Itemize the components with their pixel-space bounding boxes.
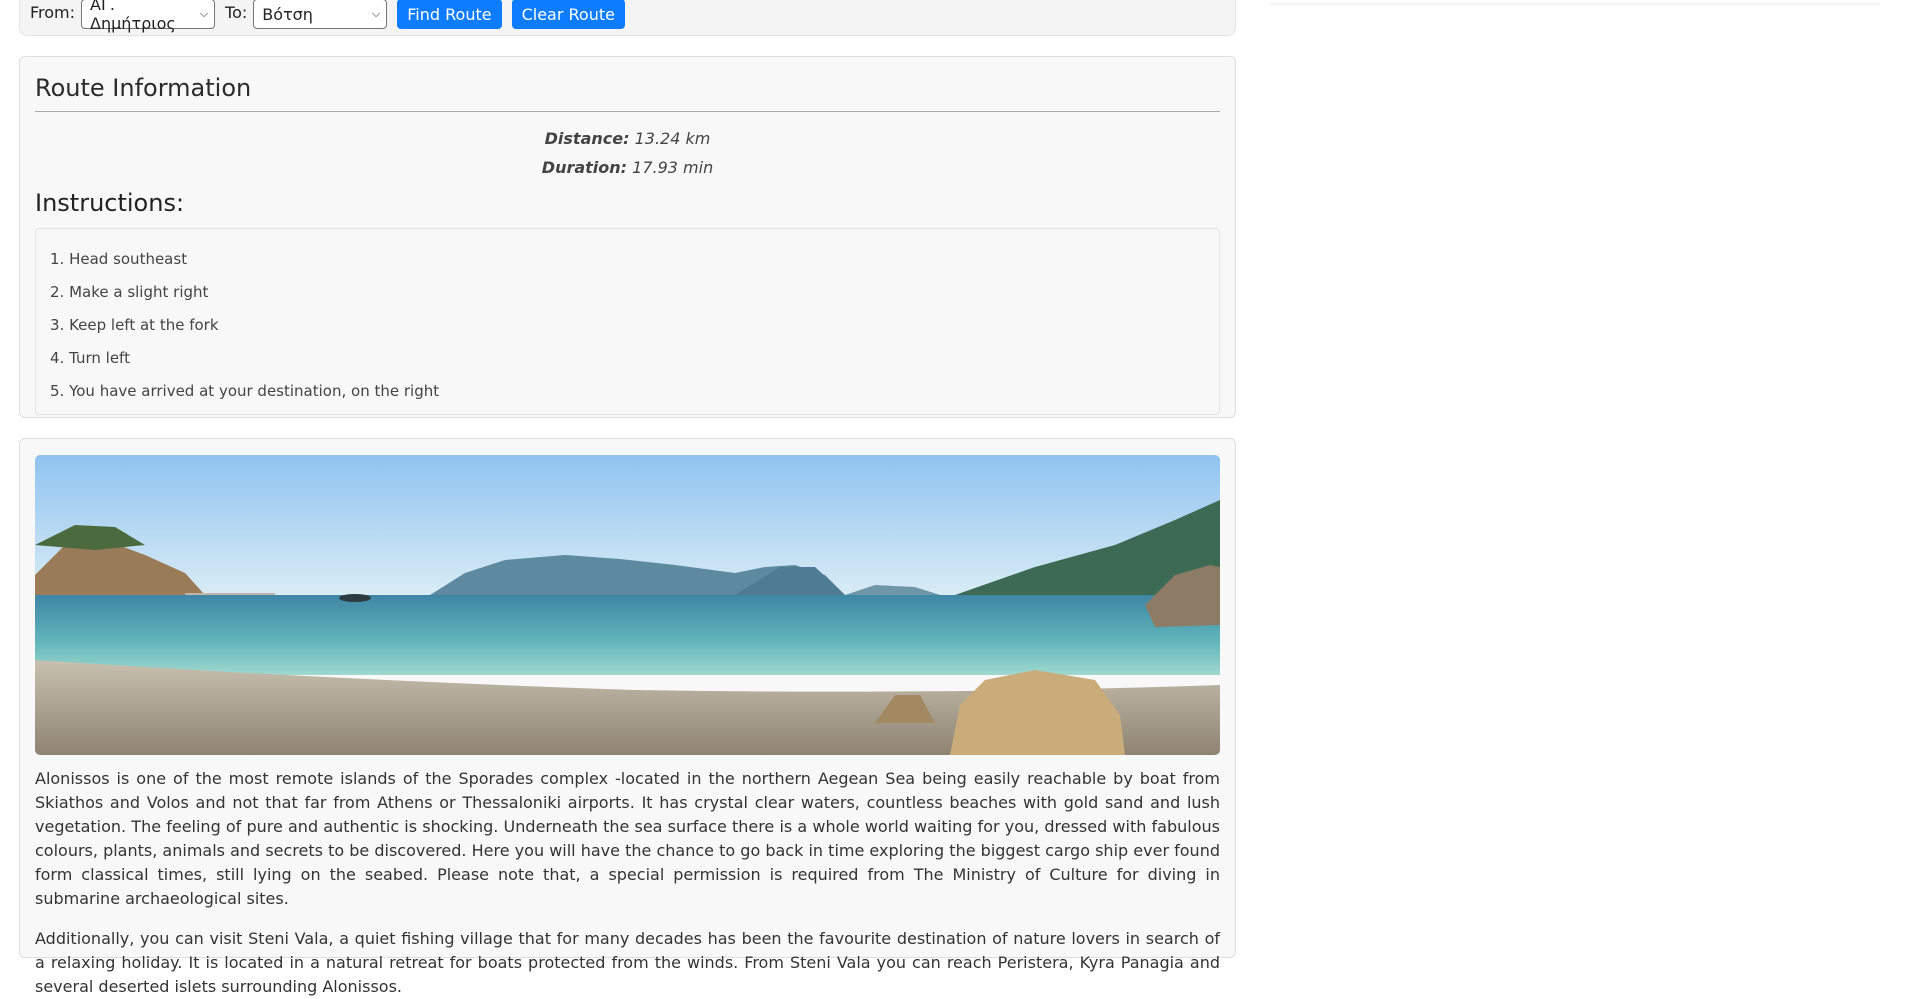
find-route-button[interactable]: Find Route — [397, 0, 502, 29]
chevron-down-icon: ⌵ — [371, 7, 381, 20]
from-select-value: ΑΓ. Δημήτριος — [90, 0, 176, 33]
to-select-value: Βότση — [262, 4, 313, 24]
route-form: From: ΑΓ. Δημήτριος ⌵ To: Βότση ⌵ Find R… — [19, 0, 1236, 36]
instruction-item: 4. Turn left — [50, 349, 130, 367]
route-info-title: Route Information — [35, 73, 1220, 112]
clear-route-button[interactable]: Clear Route — [511, 0, 625, 29]
instructions-list: 1. Head southeast 2. Make a slight right… — [35, 228, 1220, 415]
chevron-down-icon: ⌵ — [199, 7, 209, 20]
duration-label: Duration: — [541, 158, 628, 177]
duration-line: Duration: 17.93 min — [35, 153, 1220, 182]
to-label: To: — [225, 3, 248, 22]
instructions-title: Instructions: — [35, 189, 185, 217]
about-paragraph: Alonissos is one of the most remote isla… — [35, 769, 1220, 908]
route-info-card: Route Information Distance: 13.24 km Dur… — [19, 56, 1236, 418]
instruction-item: 1. Head southeast — [50, 250, 188, 268]
about-card: Alonissos is one of the most remote isla… — [19, 438, 1236, 996]
from-label: From: — [30, 3, 76, 22]
distance-line: Distance: 13.24 km — [35, 124, 1220, 153]
instruction-item: 5. You have arrived at your destination,… — [50, 382, 440, 400]
distance-label: Distance: — [544, 129, 630, 148]
from-select[interactable]: ΑΓ. Δημήτριος ⌵ — [81, 0, 216, 33]
instruction-item: 3. Keep left at the fork — [50, 316, 219, 334]
right-panel — [1270, 0, 1880, 4]
instruction-item: 2. Make a slight right — [50, 283, 209, 301]
beach-photo — [35, 455, 1220, 755]
distance-value: 13.24 km — [634, 129, 711, 148]
to-select[interactable]: Βότση ⌵ — [253, 0, 388, 29]
duration-value: 17.93 min — [632, 158, 714, 177]
beach-photo-image — [35, 455, 1220, 755]
about-paragraph: Additionally, you can visit Steni Vala, … — [35, 929, 1220, 996]
